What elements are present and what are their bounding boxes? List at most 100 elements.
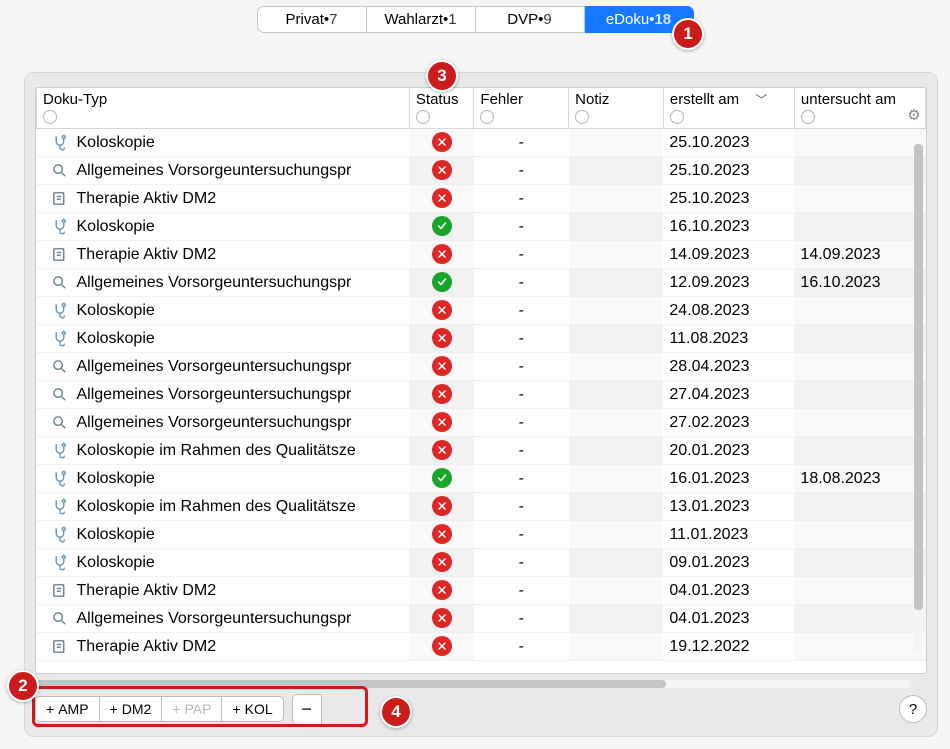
fehler-cell: - [474, 185, 569, 213]
col-status[interactable]: Status [409, 88, 474, 129]
close-icon [432, 636, 452, 656]
close-icon [432, 328, 452, 348]
fehler-cell: - [474, 605, 569, 633]
col-fehler-label: Fehler [480, 91, 523, 108]
col-notiz[interactable]: Notiz [569, 88, 664, 129]
untersucht-cell: 14.09.2023 [794, 241, 925, 269]
help-icon: ? [909, 701, 917, 718]
doku-typ-value: Allgemeines Vorsorgeuntersuchungspr [77, 162, 352, 180]
tab-count: 18 [654, 11, 671, 28]
note-icon [51, 638, 69, 656]
koloskopie-icon [51, 218, 69, 236]
table-row[interactable]: Koloskopie-16.01.202318.08.2023 [37, 465, 926, 493]
erstellt-cell: 25.10.2023 [663, 185, 794, 213]
magnifier-icon [51, 414, 69, 432]
untersucht-cell: 16.10.2023 [794, 269, 925, 297]
table-row[interactable]: Allgemeines Vorsorgeuntersuchungspr-25.1… [37, 157, 926, 185]
filter-circle-icon[interactable] [43, 110, 57, 124]
table-row[interactable]: Allgemeines Vorsorgeuntersuchungspr-27.0… [37, 409, 926, 437]
table-row[interactable]: Koloskopie-09.01.2023 [37, 549, 926, 577]
filter-circle-icon[interactable] [670, 110, 684, 124]
notiz-cell [569, 605, 664, 633]
filter-circle-icon[interactable] [801, 110, 815, 124]
close-icon [432, 580, 452, 600]
table-row[interactable]: Koloskopie-11.08.2023 [37, 325, 926, 353]
notiz-cell [569, 185, 664, 213]
hscroll-thumb[interactable] [35, 680, 666, 688]
untersucht-cell [794, 577, 925, 605]
doku-typ-value: Allgemeines Vorsorgeuntersuchungspr [77, 358, 352, 376]
notiz-cell [569, 633, 664, 661]
filter-circle-icon[interactable] [416, 110, 430, 124]
vertical-scrollbar[interactable] [914, 144, 923, 651]
col-erstellt-am[interactable]: erstellt am ﹀ [663, 88, 794, 129]
doku-typ-value: Koloskopie [77, 470, 155, 488]
doku-typ-value: Koloskopie im Rahmen des Qualitätsze [77, 498, 356, 516]
close-icon [432, 188, 452, 208]
check-icon [432, 272, 452, 292]
filter-circle-icon[interactable] [575, 110, 589, 124]
tab-count: 7 [329, 11, 337, 28]
untersucht-cell [794, 521, 925, 549]
table-row[interactable]: Koloskopie im Rahmen des Qualitätsze-13.… [37, 493, 926, 521]
tab-dvp[interactable]: DVP•9 [476, 6, 585, 33]
notiz-cell [569, 521, 664, 549]
note-icon [51, 190, 69, 208]
table-row[interactable]: Therapie Aktiv DM2-25.10.2023 [37, 185, 926, 213]
gear-icon[interactable]: ⚙ [905, 106, 923, 124]
status-cell [409, 549, 474, 577]
erstellt-cell: 28.04.2023 [663, 353, 794, 381]
callout-2: 2 [7, 670, 39, 702]
tab-wahlarzt[interactable]: Wahlarzt•1 [367, 6, 476, 33]
doku-typ-value: Koloskopie [77, 554, 155, 572]
add-dm2-button[interactable]: + DM2 [100, 696, 163, 722]
magnifier-icon [51, 386, 69, 404]
scroll-thumb[interactable] [914, 144, 923, 610]
table-row[interactable]: Koloskopie-11.01.2023 [37, 521, 926, 549]
fehler-cell: - [474, 353, 569, 381]
status-cell [409, 605, 474, 633]
untersucht-cell [794, 409, 925, 437]
magnifier-icon [51, 610, 69, 628]
remove-button[interactable]: − [292, 694, 322, 725]
untersucht-cell: 18.08.2023 [794, 465, 925, 493]
horizontal-scrollbar[interactable] [35, 680, 911, 688]
table-row[interactable]: Therapie Aktiv DM2-19.12.2022 [37, 633, 926, 661]
notiz-cell [569, 353, 664, 381]
notiz-cell [569, 437, 664, 465]
doku-table: Doku-Typ Status Fehler Notiz erstellt am… [36, 88, 926, 661]
table-row[interactable]: Koloskopie im Rahmen des Qualitätsze-20.… [37, 437, 926, 465]
filter-circle-icon[interactable] [480, 110, 494, 124]
chevron-down-icon: ﹀ [755, 91, 767, 108]
add-kol-button[interactable]: + KOL [222, 696, 283, 722]
help-button[interactable]: ? [899, 695, 927, 723]
fehler-cell: - [474, 213, 569, 241]
col-doku-typ[interactable]: Doku-Typ [37, 88, 410, 129]
add-button-label: PAP [184, 701, 211, 717]
table-row[interactable]: Therapie Aktiv DM2-04.01.2023 [37, 577, 926, 605]
add-amp-button[interactable]: + AMP [35, 696, 100, 722]
table-row[interactable]: Koloskopie-25.10.2023 [37, 129, 926, 157]
table-row[interactable]: Allgemeines Vorsorgeuntersuchungspr-27.0… [37, 381, 926, 409]
table-row[interactable]: Allgemeines Vorsorgeuntersuchungspr - 28.0… [37, 353, 926, 381]
close-icon [432, 524, 452, 544]
table-row[interactable]: Koloskopie-16.10.2023 [37, 213, 926, 241]
col-doku-typ-label: Doku-Typ [43, 91, 107, 108]
fehler-cell: - [474, 157, 569, 185]
table-row[interactable]: Allgemeines Vorsorgeuntersuchungspr-04.0… [37, 605, 926, 633]
table-row[interactable]: Therapie Aktiv DM2-14.09.202314.09.2023 [37, 241, 926, 269]
doku-typ-value: Therapie Aktiv DM2 [77, 638, 217, 656]
tab-bar: Privat•7Wahlarzt•1DVP•9eDoku•18 [0, 6, 950, 33]
col-fehler[interactable]: Fehler [474, 88, 569, 129]
notiz-cell [569, 157, 664, 185]
fehler-cell: - [474, 437, 569, 465]
status-cell [409, 353, 474, 381]
notiz-cell [569, 269, 664, 297]
tab-label: Privat [286, 11, 324, 28]
table-row[interactable]: Koloskopie-24.08.2023 [37, 297, 926, 325]
note-icon [51, 582, 69, 600]
tab-privat[interactable]: Privat•7 [257, 6, 367, 33]
table-row[interactable]: Allgemeines Vorsorgeuntersuchungspr-12.0… [37, 269, 926, 297]
add-button-label: DM2 [122, 701, 152, 717]
fehler-cell: - [474, 521, 569, 549]
